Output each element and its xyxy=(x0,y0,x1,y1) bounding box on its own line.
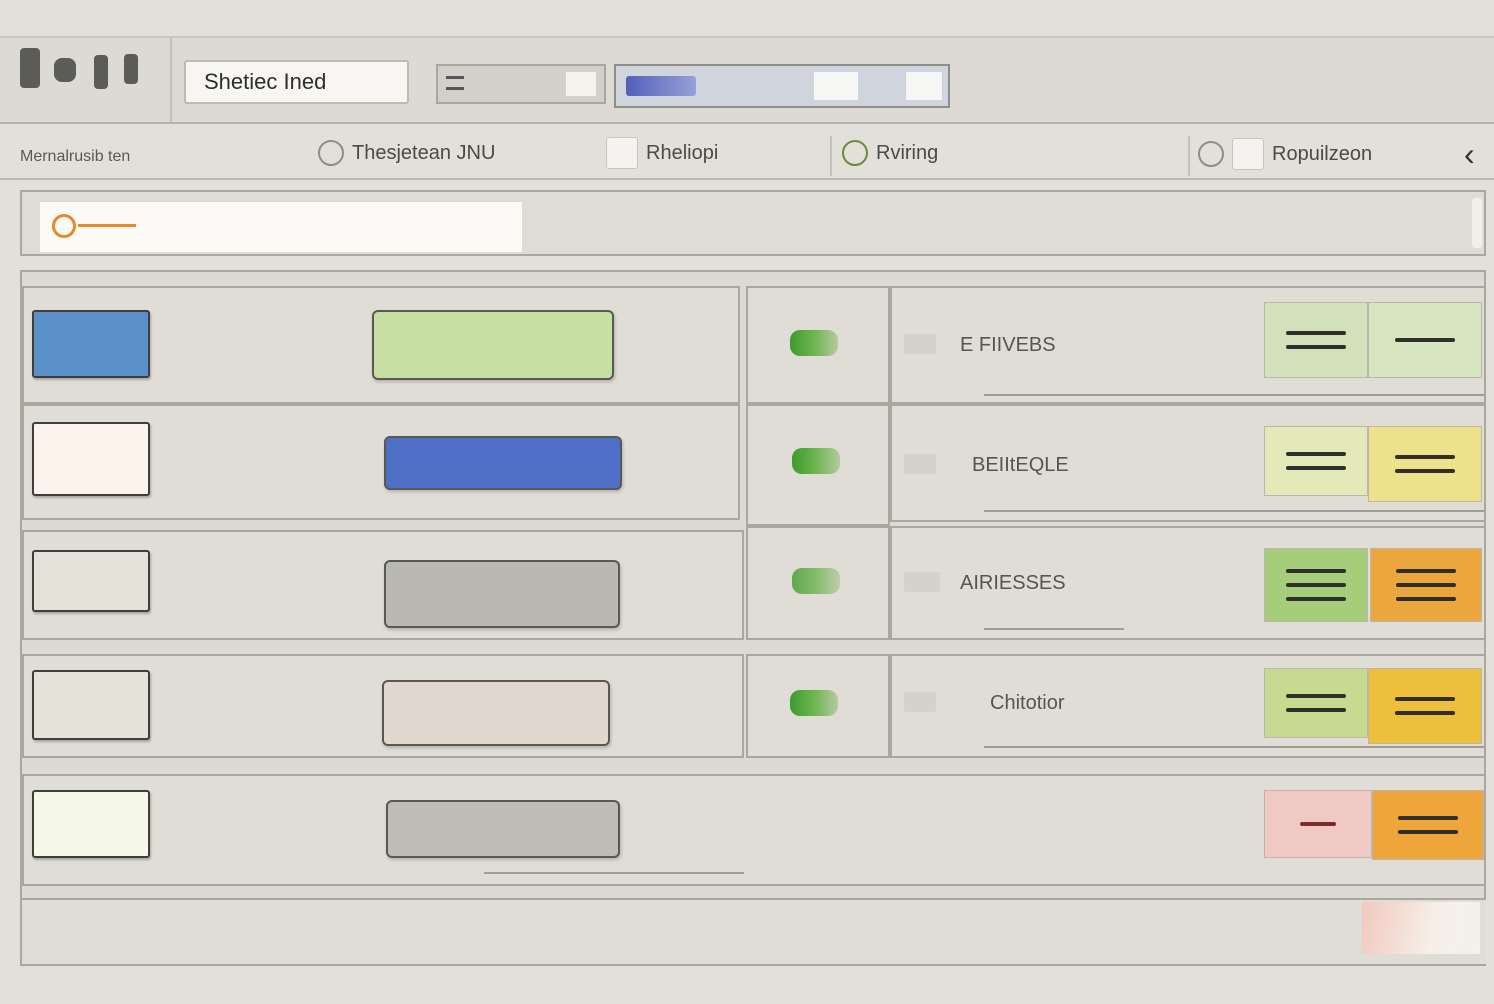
search-circle-icon xyxy=(1198,141,1224,167)
tab-left-label: Mernalrusib ten xyxy=(20,148,131,165)
row-5-action-more[interactable] xyxy=(1372,790,1484,860)
key-icon xyxy=(52,214,76,238)
tab-arrow-icon[interactable]: ‹ xyxy=(1464,136,1475,173)
row-2-action-edit[interactable] xyxy=(1264,426,1368,496)
tool-4-icon[interactable] xyxy=(124,54,138,84)
row-4-name: Chitotior xyxy=(990,692,1065,714)
row-3-action-more[interactable] xyxy=(1370,548,1482,622)
search-input[interactable] xyxy=(40,202,522,252)
tool-3-icon[interactable] xyxy=(94,55,108,89)
row-3-status-dot xyxy=(792,568,840,594)
row-3-name: AIRIESSES xyxy=(960,572,1066,594)
menu-icon xyxy=(446,76,464,90)
row-5-thumbnail[interactable] xyxy=(32,790,150,858)
field-1-handle xyxy=(566,72,596,96)
row-2-action-more[interactable] xyxy=(1368,426,1482,502)
tab-item-1-label: Thesjetean JNU xyxy=(352,141,496,164)
tab-item-4[interactable]: Ropuilzeon xyxy=(1198,138,1372,170)
field-2-handle-a xyxy=(814,72,858,100)
footer-bar xyxy=(22,898,1486,964)
tab-item-2[interactable]: Rheliopi xyxy=(606,136,718,170)
key-icon-shaft xyxy=(78,224,136,227)
row-2-underline xyxy=(984,510,1484,512)
circle-icon xyxy=(318,140,344,166)
row-3-underline xyxy=(984,628,1124,630)
row-2-thumbnail[interactable] xyxy=(32,422,150,496)
row-1-name: E FIIVEBS xyxy=(960,334,1056,356)
row-1-thumbnail[interactable] xyxy=(32,310,150,378)
tool-1-icon[interactable] xyxy=(20,48,40,88)
tab-divider xyxy=(830,136,832,176)
row-1-action-edit[interactable] xyxy=(1264,302,1368,378)
field-2-dots-icon xyxy=(626,76,696,96)
row-2-name: BEIItEQLE xyxy=(972,454,1069,476)
row-4-underline xyxy=(984,746,1484,748)
field-1[interactable] xyxy=(436,64,606,104)
row-2-status-dot xyxy=(792,448,840,474)
row-1-action-more[interactable] xyxy=(1368,302,1482,378)
tab-item-2-label: Rheliopi xyxy=(646,141,719,164)
label-button[interactable]: Shetiec Ined xyxy=(184,60,409,104)
row-4-check-icon xyxy=(904,692,936,712)
row-1-bar[interactable] xyxy=(372,310,614,380)
toolbar-divider xyxy=(170,38,172,122)
row-3-bar[interactable] xyxy=(384,560,620,628)
row-4-status-dot xyxy=(790,690,838,716)
tab-divider-2 xyxy=(1188,136,1190,176)
row-2-check-icon xyxy=(904,454,936,474)
row-1-underline xyxy=(984,394,1484,396)
row-4-thumbnail[interactable] xyxy=(32,670,150,740)
document-icon xyxy=(606,137,638,169)
row-5-underline xyxy=(484,872,744,874)
row-5-bar[interactable] xyxy=(386,800,620,858)
row-3-thumbnail[interactable] xyxy=(32,550,150,612)
row-3-check-icon xyxy=(904,572,940,592)
field-2[interactable] xyxy=(614,64,950,108)
tool-2-icon[interactable] xyxy=(54,58,76,82)
field-2-handle-b xyxy=(906,72,942,100)
row-1-status-dot xyxy=(790,330,838,356)
footer-action-icon[interactable] xyxy=(1362,902,1480,954)
tab-item-4-label: Ropuilzeon xyxy=(1272,142,1373,165)
row-2-bar[interactable] xyxy=(384,436,622,490)
user-icon xyxy=(842,140,868,166)
row-4-action-more[interactable] xyxy=(1368,668,1482,744)
row-4-bar[interactable] xyxy=(382,680,610,746)
search-scroll-handle[interactable] xyxy=(1472,198,1482,248)
tab-item-3[interactable]: Rviring xyxy=(842,138,938,168)
row-1-check-icon xyxy=(904,334,936,354)
row-3-action-edit[interactable] xyxy=(1264,548,1368,622)
row-4-action-edit[interactable] xyxy=(1264,668,1368,738)
row-5-action-edit[interactable] xyxy=(1264,790,1372,858)
document-icon xyxy=(1232,138,1264,170)
tab-item-3-label: Rviring xyxy=(876,141,939,164)
tab-item-1[interactable]: Thesjetean JNU xyxy=(318,138,495,168)
